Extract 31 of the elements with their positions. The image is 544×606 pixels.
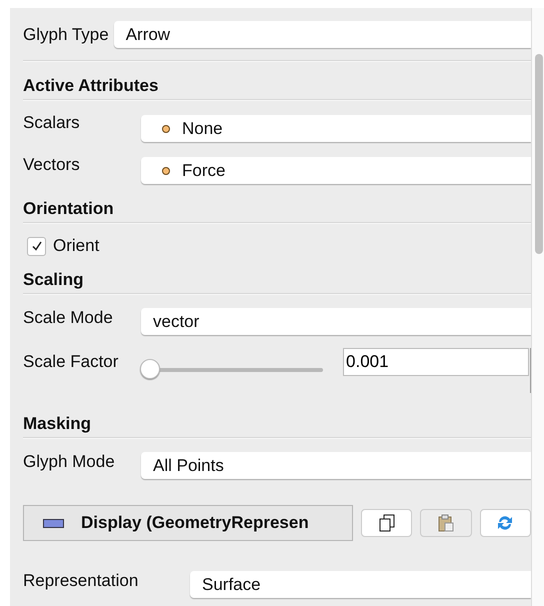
field-label: Representation [23, 571, 140, 591]
check-icon [30, 239, 44, 253]
field-label: Glyph Type [23, 24, 109, 44]
field-label: Glyph Mode [23, 452, 116, 472]
number-input[interactable]: 0.001 [343, 348, 530, 376]
attribute-dropdown[interactable]: Force [141, 157, 532, 184]
glyph-type-dropdown[interactable]: Arrow [114, 21, 532, 48]
dropdown[interactable]: All Points [141, 452, 532, 479]
display-section-button[interactable]: Display (GeometryRepresen [23, 505, 353, 541]
section-heading: Active Attributes [23, 76, 160, 97]
copy-icon [376, 513, 397, 533]
section-heading: Masking [23, 414, 92, 435]
field-label: Scalars [23, 113, 81, 133]
scrollbar[interactable] [531, 8, 544, 606]
section-heading: Orientation [23, 199, 115, 220]
paste-icon [436, 513, 456, 533]
section-heading: Scaling [23, 270, 84, 291]
point-data-icon [161, 124, 171, 134]
field-label: Vectors [23, 155, 81, 175]
copy-button[interactable] [360, 509, 412, 537]
dropdown[interactable]: vector [141, 308, 532, 335]
slider[interactable] [140, 359, 324, 381]
reload-button[interactable] [480, 509, 531, 537]
checkbox-label: Orient [53, 236, 100, 256]
attribute-dropdown[interactable]: None [141, 115, 532, 142]
field-label: Scale Mode [23, 308, 114, 328]
checkbox[interactable] [27, 236, 46, 256]
field-label: Scale Factor [23, 352, 120, 372]
representation-dropdown[interactable]: Surface [190, 571, 532, 598]
point-data-icon [161, 166, 171, 176]
representation-icon [43, 518, 64, 528]
